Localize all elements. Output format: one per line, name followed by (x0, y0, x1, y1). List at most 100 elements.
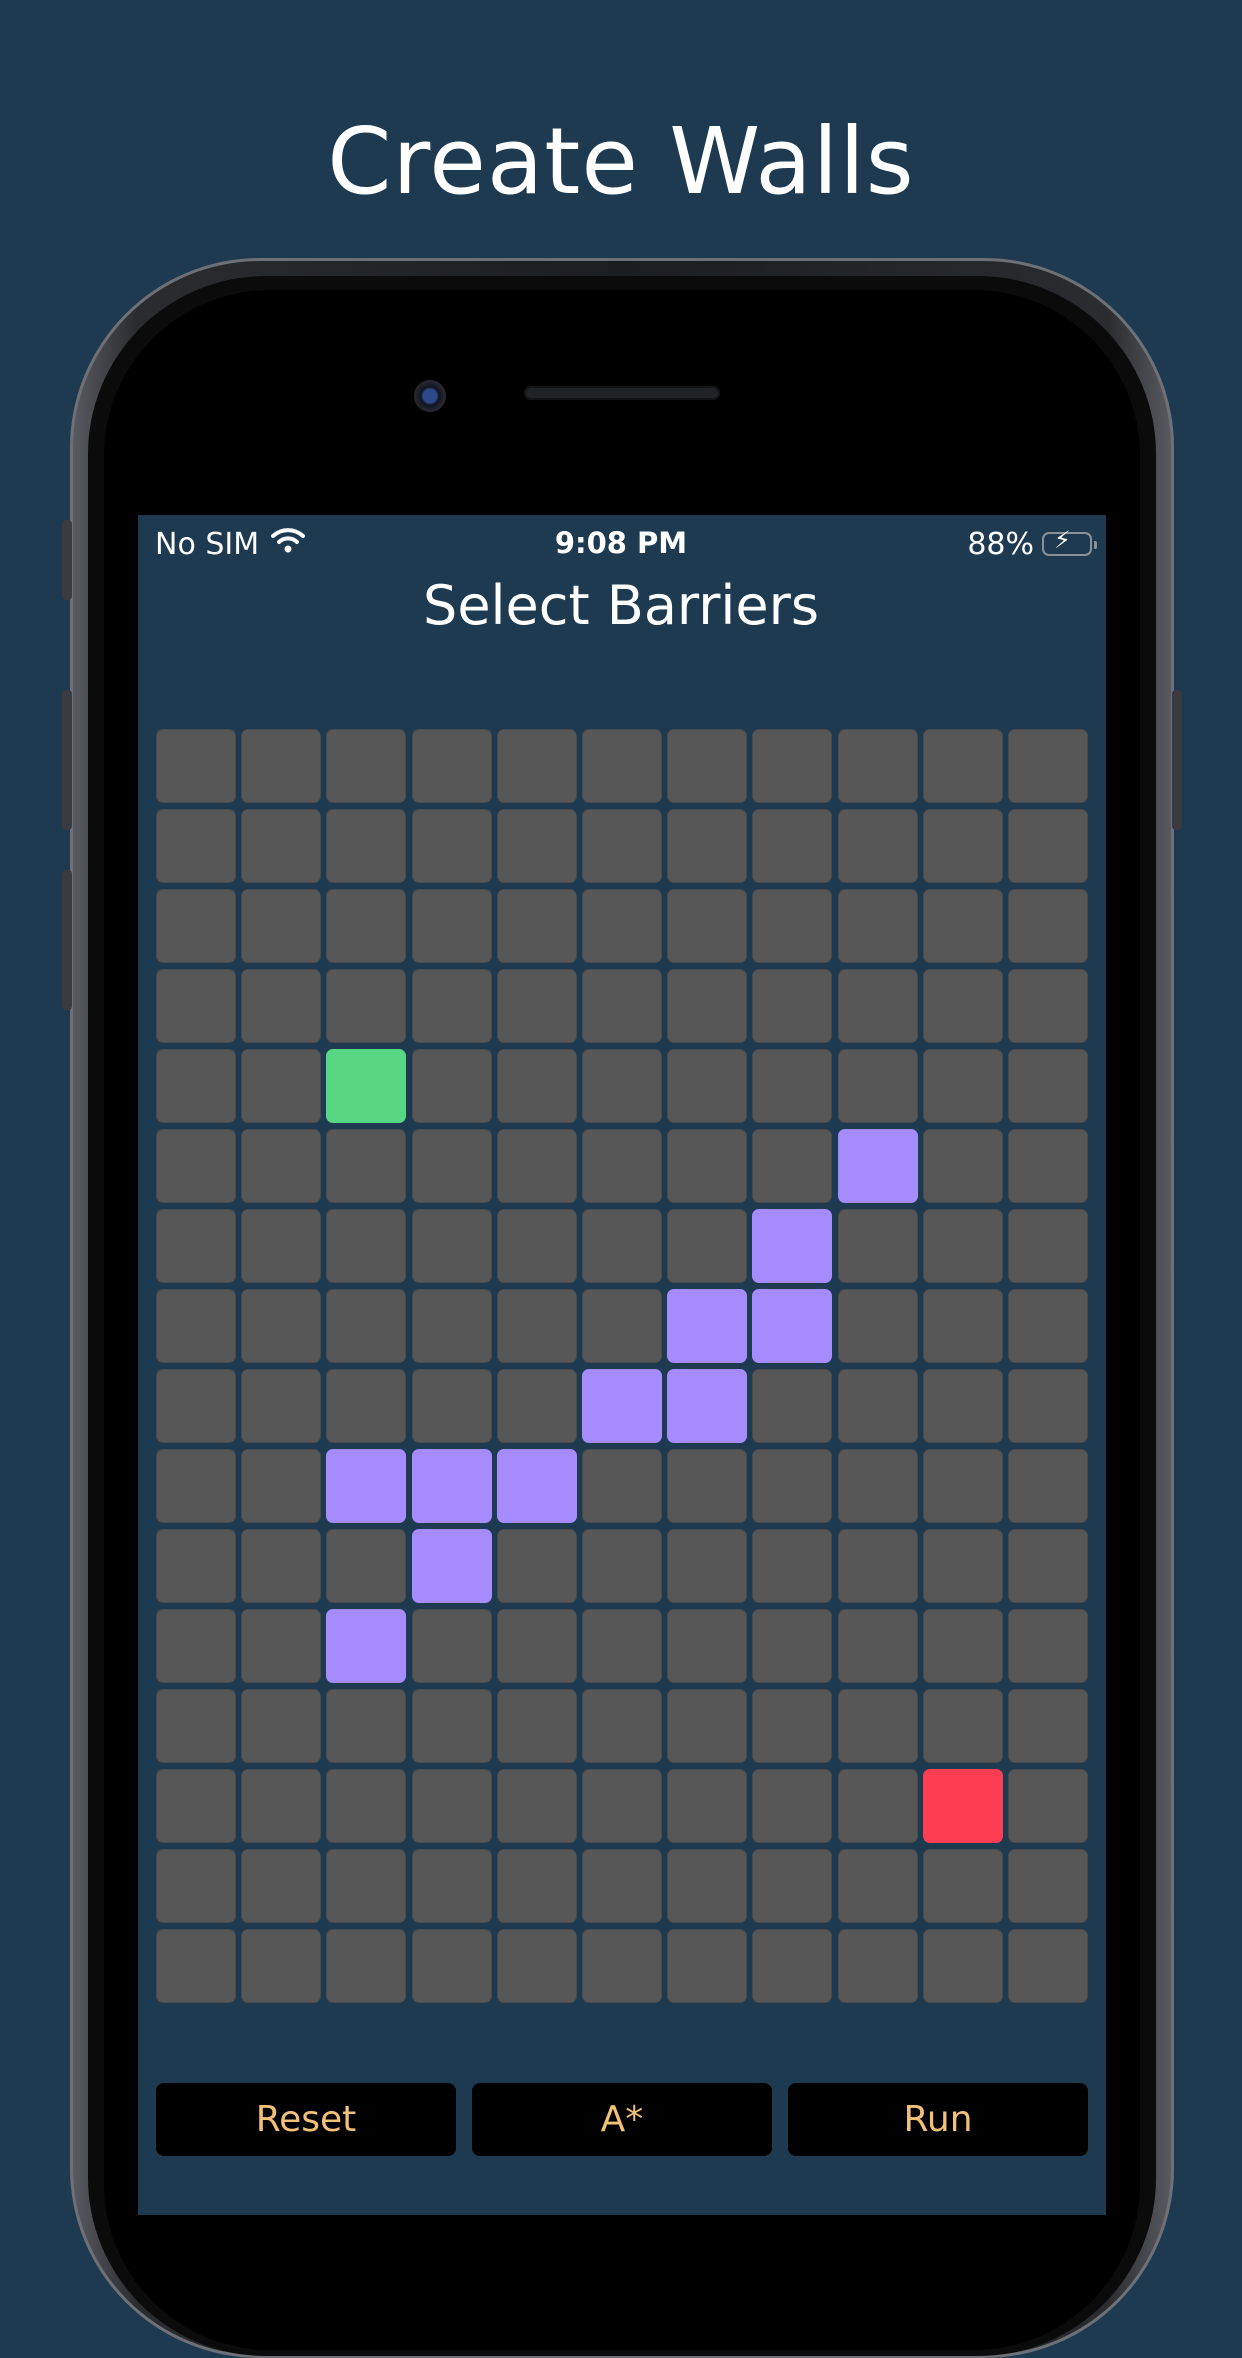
grid-cell[interactable] (922, 1849, 1003, 1923)
grid-cell[interactable] (922, 1209, 1003, 1283)
grid-cell[interactable] (411, 1689, 492, 1763)
grid-cell[interactable] (496, 809, 577, 883)
grid-cell[interactable] (581, 1529, 662, 1603)
grid-cell[interactable] (411, 1209, 492, 1283)
grid-cell[interactable] (496, 1209, 577, 1283)
grid-cell[interactable] (156, 1369, 236, 1443)
grid-cell[interactable] (411, 1049, 492, 1123)
grid-cell[interactable] (752, 1529, 833, 1603)
grid-cell[interactable] (922, 729, 1003, 803)
reset-button[interactable]: Reset (156, 2083, 456, 2156)
grid-cell[interactable] (667, 1849, 748, 1923)
grid-cell[interactable] (241, 1529, 322, 1603)
grid-cell[interactable] (837, 889, 918, 963)
grid-cell[interactable] (326, 1209, 407, 1283)
grid-cell[interactable] (496, 1529, 577, 1603)
grid-cell[interactable] (752, 729, 833, 803)
grid-cell[interactable] (326, 1849, 407, 1923)
grid-cell[interactable] (156, 1849, 236, 1923)
grid-cell[interactable] (667, 1929, 748, 2003)
wall-cell[interactable] (837, 1129, 918, 1203)
wall-cell[interactable] (326, 1449, 407, 1523)
grid-cell[interactable] (752, 1369, 833, 1443)
grid-cell[interactable] (156, 889, 236, 963)
grid-cell[interactable] (496, 1609, 577, 1683)
grid-cell[interactable] (411, 1289, 492, 1363)
grid-cell[interactable] (241, 1049, 322, 1123)
grid-cell[interactable] (241, 729, 322, 803)
grid-cell[interactable] (667, 1609, 748, 1683)
grid-cell[interactable] (326, 1529, 407, 1603)
grid-cell[interactable] (837, 969, 918, 1043)
grid-cell[interactable] (581, 889, 662, 963)
grid-cell[interactable] (411, 1129, 492, 1203)
grid-cell[interactable] (241, 1449, 322, 1523)
grid-cell[interactable] (496, 1049, 577, 1123)
grid-cell[interactable] (837, 809, 918, 883)
grid-cell[interactable] (837, 1689, 918, 1763)
grid-cell[interactable] (837, 1849, 918, 1923)
wall-cell[interactable] (667, 1289, 748, 1363)
grid-cell[interactable] (241, 1769, 322, 1843)
grid-cell[interactable] (922, 889, 1003, 963)
grid-cell[interactable] (241, 1689, 322, 1763)
grid-cell[interactable] (581, 729, 662, 803)
grid-cell[interactable] (1007, 889, 1088, 963)
grid-cell[interactable] (411, 1929, 492, 2003)
grid-cell[interactable] (1007, 1449, 1088, 1523)
grid-cell[interactable] (581, 1929, 662, 2003)
grid-cell[interactable] (922, 1049, 1003, 1123)
grid-cell[interactable] (581, 809, 662, 883)
grid-cell[interactable] (837, 1609, 918, 1683)
grid-cell[interactable] (752, 1609, 833, 1683)
grid-cell[interactable] (922, 1289, 1003, 1363)
grid-cell[interactable] (1007, 729, 1088, 803)
grid-cell[interactable] (411, 809, 492, 883)
grid-cell[interactable] (1007, 1129, 1088, 1203)
grid-cell[interactable] (496, 969, 577, 1043)
grid-cell[interactable] (837, 1369, 918, 1443)
grid-cell[interactable] (156, 1529, 236, 1603)
grid-cell[interactable] (922, 1609, 1003, 1683)
grid-cell[interactable] (667, 809, 748, 883)
grid-cell[interactable] (326, 729, 407, 803)
wall-cell[interactable] (667, 1369, 748, 1443)
grid-cell[interactable] (326, 809, 407, 883)
grid-cell[interactable] (326, 1929, 407, 2003)
grid-cell[interactable] (156, 1609, 236, 1683)
grid-cell[interactable] (241, 1929, 322, 2003)
grid-cell[interactable] (581, 1129, 662, 1203)
grid-cell[interactable] (581, 1689, 662, 1763)
grid-cell[interactable] (667, 1209, 748, 1283)
grid-cell[interactable] (326, 1769, 407, 1843)
grid-cell[interactable] (326, 1369, 407, 1443)
grid-cell[interactable] (752, 1049, 833, 1123)
grid-cell[interactable] (326, 1129, 407, 1203)
grid-cell[interactable] (1007, 1849, 1088, 1923)
start-cell[interactable] (326, 1049, 407, 1123)
grid-cell[interactable] (241, 1209, 322, 1283)
grid-cell[interactable] (411, 969, 492, 1043)
grid-cell[interactable] (1007, 1929, 1088, 2003)
grid-cell[interactable] (581, 969, 662, 1043)
grid-cell[interactable] (837, 1449, 918, 1523)
grid-cell[interactable] (156, 1289, 236, 1363)
grid-cell[interactable] (156, 729, 236, 803)
grid-cell[interactable] (1007, 1209, 1088, 1283)
grid-cell[interactable] (496, 1849, 577, 1923)
grid-cell[interactable] (922, 1929, 1003, 2003)
grid-cell[interactable] (752, 1769, 833, 1843)
grid-cell[interactable] (752, 1449, 833, 1523)
grid-cell[interactable] (581, 1209, 662, 1283)
grid-cell[interactable] (667, 1049, 748, 1123)
grid-cell[interactable] (241, 1289, 322, 1363)
grid-cell[interactable] (581, 1289, 662, 1363)
grid-cell[interactable] (837, 729, 918, 803)
grid-cell[interactable] (496, 1769, 577, 1843)
grid-cell[interactable] (581, 1449, 662, 1523)
grid-cell[interactable] (496, 1929, 577, 2003)
grid-cell[interactable] (581, 1049, 662, 1123)
grid-cell[interactable] (496, 1689, 577, 1763)
grid-cell[interactable] (411, 1769, 492, 1843)
grid-cell[interactable] (156, 1769, 236, 1843)
